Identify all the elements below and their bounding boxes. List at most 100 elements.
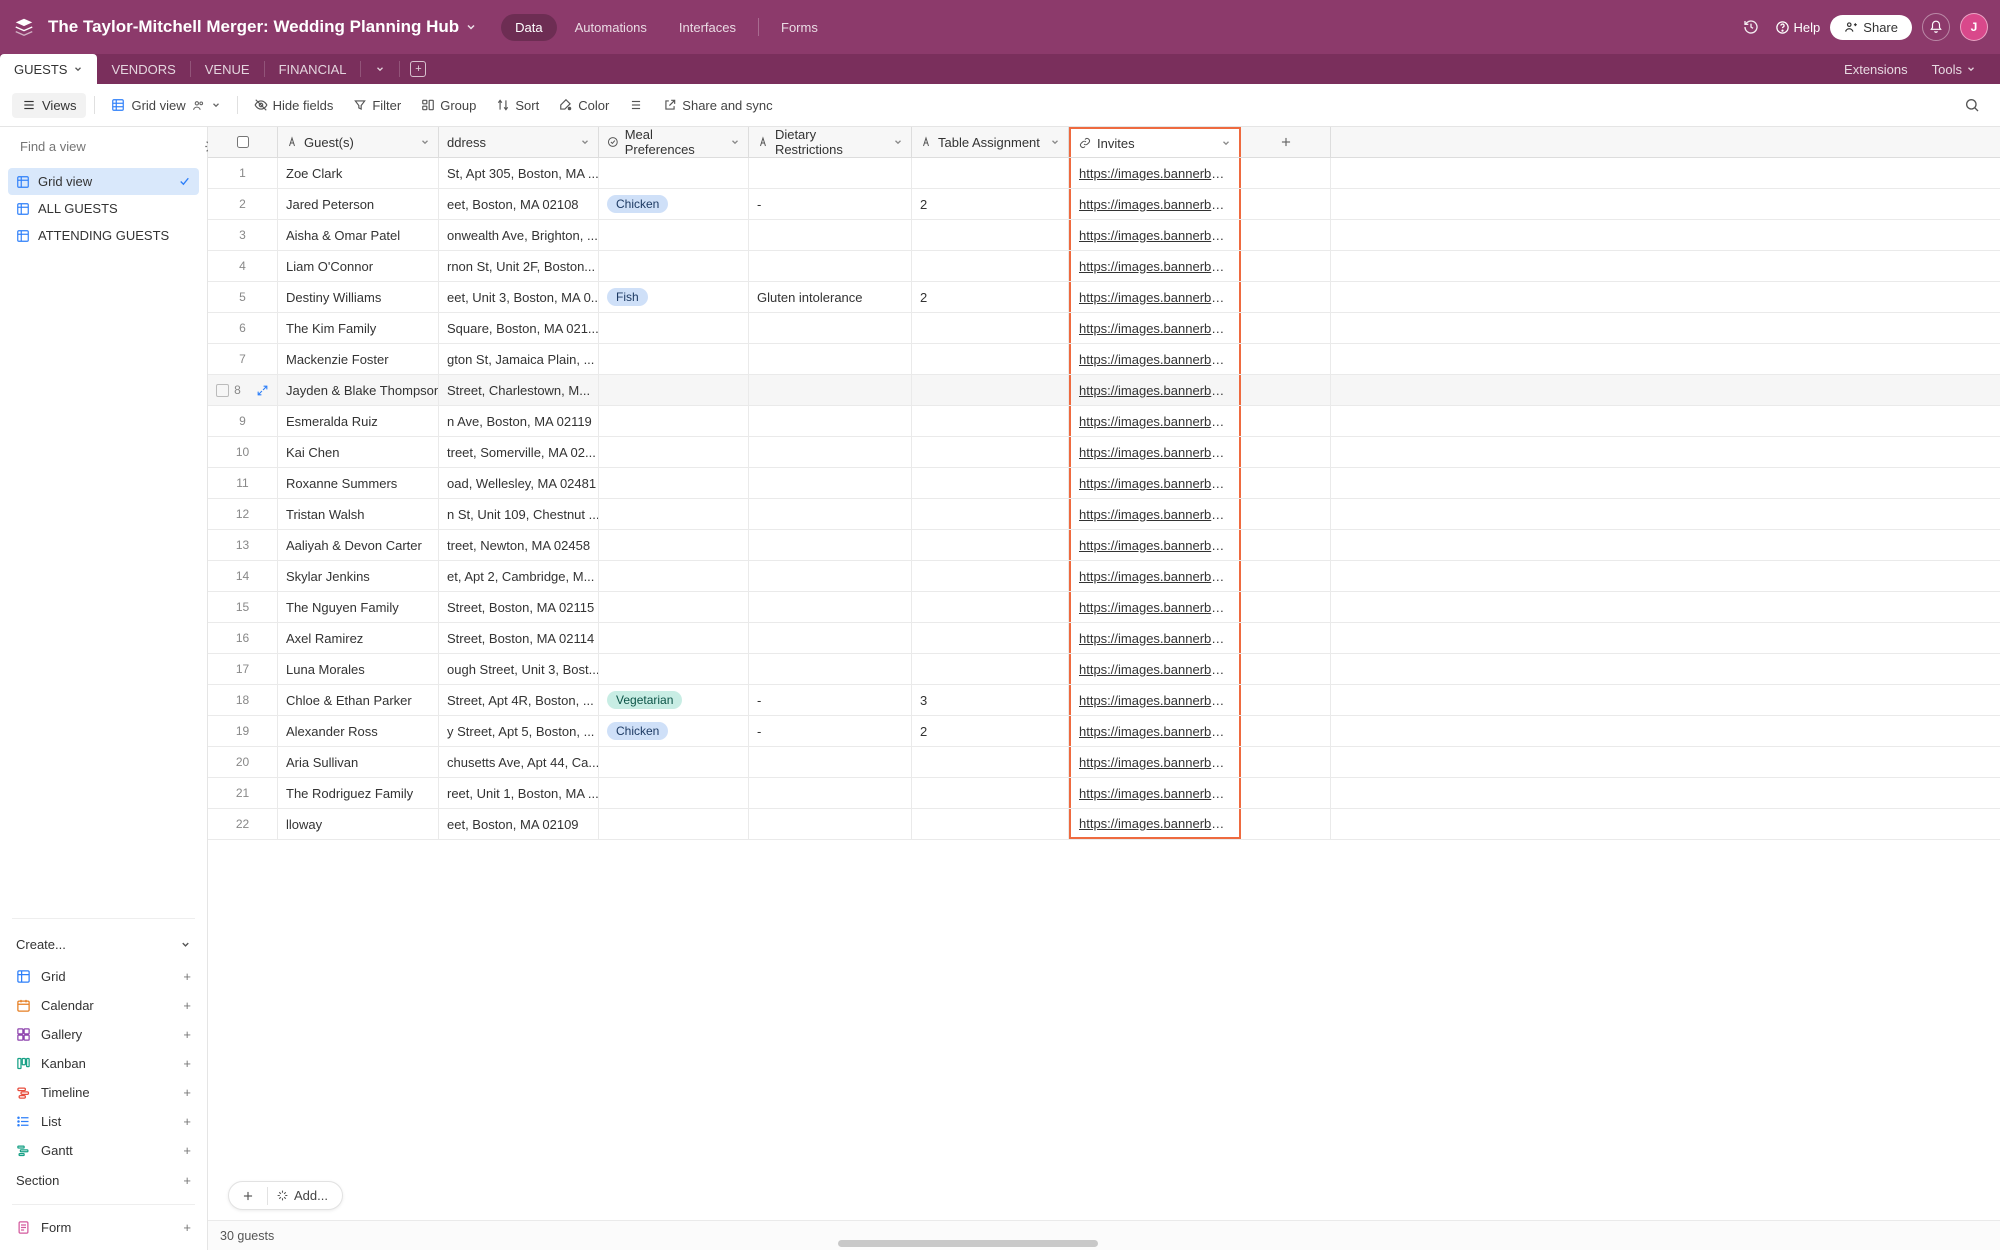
color-button[interactable]: Color xyxy=(551,93,617,118)
create-gantt[interactable]: Gantt+ xyxy=(10,1136,197,1165)
create-section[interactable]: Section+ xyxy=(0,1165,207,1196)
cell-address[interactable]: n St, Unit 109, Chestnut ... xyxy=(439,499,599,529)
select-all-header[interactable] xyxy=(208,127,278,157)
cell-diet[interactable] xyxy=(749,468,912,498)
cell-guest[interactable]: Destiny Williams xyxy=(278,282,439,312)
hide-fields-button[interactable]: Hide fields xyxy=(246,93,342,118)
col-diet[interactable]: Dietary Restrictions xyxy=(749,127,912,157)
cell-diet[interactable] xyxy=(749,654,912,684)
cell-meal[interactable] xyxy=(599,251,749,281)
cell-table[interactable]: 2 xyxy=(912,189,1069,219)
horizontal-scrollbar[interactable] xyxy=(838,1240,1098,1247)
row-number[interactable]: 9 xyxy=(208,406,278,436)
cell-meal[interactable] xyxy=(599,654,749,684)
cell-guest[interactable]: lloway xyxy=(278,809,439,839)
cell-address[interactable]: y Street, Apt 5, Boston, ... xyxy=(439,716,599,746)
cell-meal[interactable] xyxy=(599,499,749,529)
cell-table[interactable] xyxy=(912,251,1069,281)
col-invites[interactable]: Invites xyxy=(1069,127,1241,157)
cell-meal[interactable] xyxy=(599,468,749,498)
col-table[interactable]: Table Assignment xyxy=(912,127,1069,157)
cell-diet[interactable] xyxy=(749,344,912,374)
invite-link[interactable]: https://images.bannerbea... xyxy=(1079,786,1231,801)
cell-meal[interactable] xyxy=(599,220,749,250)
cell-guest[interactable]: The Rodriguez Family xyxy=(278,778,439,808)
invite-link[interactable]: https://images.bannerbea... xyxy=(1079,662,1231,677)
cell-diet[interactable] xyxy=(749,530,912,560)
cell-meal[interactable]: Chicken xyxy=(599,716,749,746)
cell-diet[interactable] xyxy=(749,375,912,405)
invite-link[interactable]: https://images.bannerbea... xyxy=(1079,383,1231,398)
cell-address[interactable]: eet, Unit 3, Boston, MA 0... xyxy=(439,282,599,312)
cell-invites[interactable]: https://images.bannerbea... xyxy=(1069,716,1241,746)
cell-table[interactable] xyxy=(912,313,1069,343)
table-row[interactable]: 5 Destiny Williams eet, Unit 3, Boston, … xyxy=(208,282,2000,313)
table-row[interactable]: 13 Aaliyah & Devon Carter treet, Newton,… xyxy=(208,530,2000,561)
invite-link[interactable]: https://images.bannerbea... xyxy=(1079,352,1231,367)
cell-address[interactable]: n Ave, Boston, MA 02119 xyxy=(439,406,599,436)
cell-diet[interactable] xyxy=(749,499,912,529)
invite-link[interactable]: https://images.bannerbea... xyxy=(1079,724,1231,739)
cell-table[interactable] xyxy=(912,220,1069,250)
table-row[interactable]: 3 Aisha & Omar Patel onwealth Ave, Brigh… xyxy=(208,220,2000,251)
invite-link[interactable]: https://images.bannerbea... xyxy=(1079,290,1231,305)
row-number[interactable]: 8 xyxy=(208,375,278,405)
cell-guest[interactable]: Aaliyah & Devon Carter xyxy=(278,530,439,560)
cell-guest[interactable]: Zoe Clark xyxy=(278,158,439,188)
cell-guest[interactable]: Tristan Walsh xyxy=(278,499,439,529)
row-number[interactable]: 19 xyxy=(208,716,278,746)
cell-meal[interactable] xyxy=(599,623,749,653)
col-guest[interactable]: Guest(s) xyxy=(278,127,439,157)
table-row[interactable]: 2 Jared Peterson eet, Boston, MA 02108 C… xyxy=(208,189,2000,220)
row-number[interactable]: 18 xyxy=(208,685,278,715)
cell-guest[interactable]: Skylar Jenkins xyxy=(278,561,439,591)
table-row[interactable]: 19 Alexander Ross y Street, Apt 5, Bosto… xyxy=(208,716,2000,747)
cell-address[interactable]: et, Apt 2, Cambridge, M... xyxy=(439,561,599,591)
group-button[interactable]: Group xyxy=(413,93,484,118)
invite-link[interactable]: https://images.bannerbea... xyxy=(1079,259,1231,274)
invite-link[interactable]: https://images.bannerbea... xyxy=(1079,693,1231,708)
cell-address[interactable]: St, Apt 305, Boston, MA ... xyxy=(439,158,599,188)
cell-invites[interactable]: https://images.bannerbea... xyxy=(1069,375,1241,405)
cell-address[interactable]: oad, Wellesley, MA 02481 xyxy=(439,468,599,498)
cell-address[interactable]: Street, Apt 4R, Boston, ... xyxy=(439,685,599,715)
cell-address[interactable]: onwealth Ave, Brighton, ... xyxy=(439,220,599,250)
table-row[interactable]: 7 Mackenzie Foster gton St, Jamaica Plai… xyxy=(208,344,2000,375)
cell-diet[interactable]: Gluten intolerance xyxy=(749,282,912,312)
cell-guest[interactable]: Aria Sullivan xyxy=(278,747,439,777)
row-number[interactable]: 3 xyxy=(208,220,278,250)
base-title[interactable]: The Taylor-Mitchell Merger: Wedding Plan… xyxy=(48,17,477,37)
cell-invites[interactable]: https://images.bannerbea... xyxy=(1069,778,1241,808)
cell-table[interactable] xyxy=(912,809,1069,839)
cell-table[interactable]: 3 xyxy=(912,685,1069,715)
cell-invites[interactable]: https://images.bannerbea... xyxy=(1069,809,1241,839)
cell-meal[interactable] xyxy=(599,437,749,467)
table-row[interactable]: 8 Jayden & Blake Thompson Street, Charle… xyxy=(208,375,2000,406)
invite-link[interactable]: https://images.bannerbea... xyxy=(1079,507,1231,522)
cell-meal[interactable] xyxy=(599,158,749,188)
cell-diet[interactable] xyxy=(749,592,912,622)
invite-link[interactable]: https://images.bannerbea... xyxy=(1079,569,1231,584)
cell-meal[interactable] xyxy=(599,344,749,374)
create-timeline[interactable]: Timeline+ xyxy=(10,1078,197,1107)
view-item[interactable]: Grid view xyxy=(8,168,199,195)
table-row[interactable]: 6 The Kim Family Square, Boston, MA 021.… xyxy=(208,313,2000,344)
cell-diet[interactable] xyxy=(749,623,912,653)
invite-link[interactable]: https://images.bannerbea... xyxy=(1079,476,1231,491)
cell-address[interactable]: Street, Boston, MA 02115 xyxy=(439,592,599,622)
cell-meal[interactable] xyxy=(599,406,749,436)
row-number[interactable]: 21 xyxy=(208,778,278,808)
cell-address[interactable]: treet, Somerville, MA 02... xyxy=(439,437,599,467)
cell-address[interactable]: gton St, Jamaica Plain, ... xyxy=(439,344,599,374)
row-number[interactable]: 14 xyxy=(208,561,278,591)
cell-invites[interactable]: https://images.bannerbea... xyxy=(1069,499,1241,529)
invite-link[interactable]: https://images.bannerbea... xyxy=(1079,631,1231,646)
cell-address[interactable]: Street, Charlestown, M... xyxy=(439,375,599,405)
nav-interfaces[interactable]: Interfaces xyxy=(665,14,750,41)
cell-guest[interactable]: Jared Peterson xyxy=(278,189,439,219)
cell-guest[interactable]: Kai Chen xyxy=(278,437,439,467)
cell-diet[interactable] xyxy=(749,437,912,467)
cell-table[interactable] xyxy=(912,344,1069,374)
cell-table[interactable] xyxy=(912,623,1069,653)
notifications-icon[interactable] xyxy=(1922,13,1950,41)
